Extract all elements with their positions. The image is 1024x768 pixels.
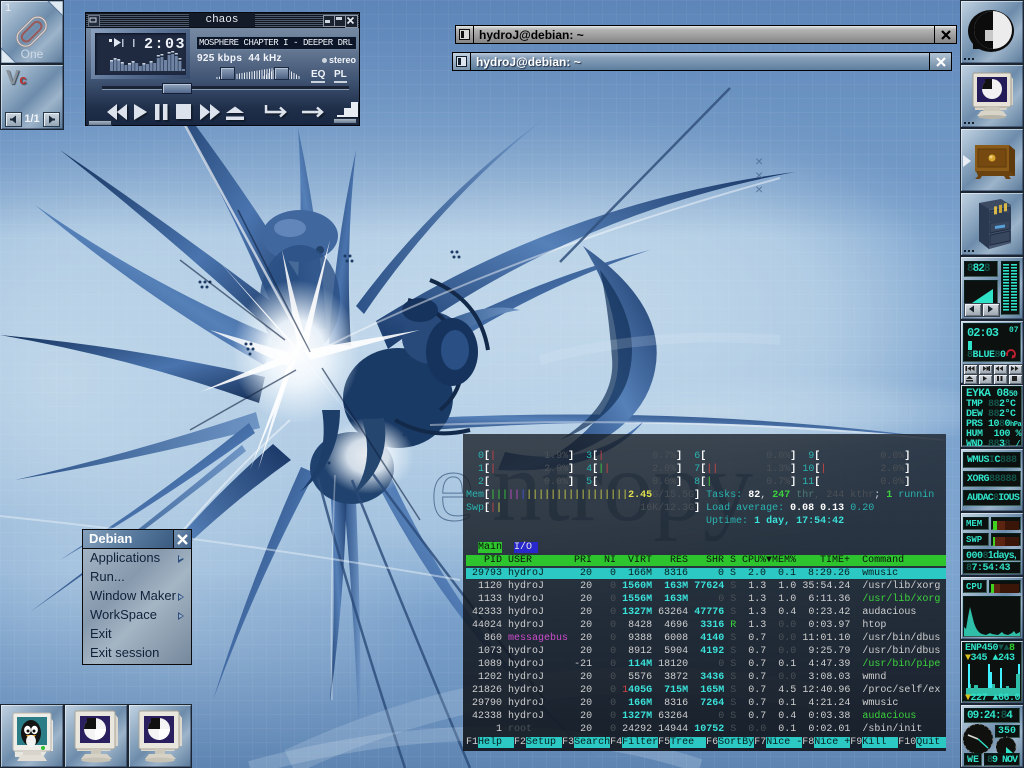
- svg-text:×: ×: [755, 181, 763, 197]
